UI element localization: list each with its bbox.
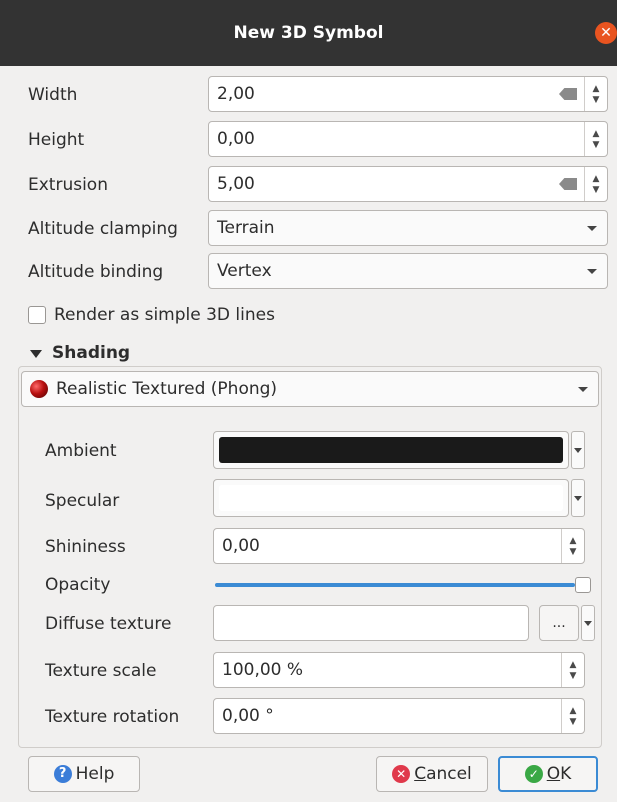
diffuse-texture-label: Diffuse texture (45, 614, 172, 634)
close-icon[interactable]: ✕ (595, 22, 617, 44)
altitude-clamping-select[interactable]: Terrain (208, 210, 608, 246)
ambient-dropdown[interactable] (571, 431, 585, 469)
browse-button[interactable]: ... (539, 605, 579, 641)
height-label: Height (28, 130, 85, 150)
check-icon: ✓ (524, 765, 543, 783)
collapse-arrow-icon[interactable] (30, 350, 42, 358)
shininess-stepper[interactable]: ▲ ▼ (561, 529, 584, 563)
specular-dropdown[interactable] (571, 479, 585, 517)
ok-label: OK (547, 764, 572, 784)
height-value: 0,00 (217, 129, 255, 149)
help-icon: ? (53, 765, 72, 783)
shininess-value: 0,00 (222, 536, 260, 556)
extrusion-field[interactable]: 5,00 ▲ ▼ (208, 166, 608, 202)
width-stepper[interactable]: ▲ ▼ (584, 77, 607, 111)
cancel-label-rest: ancel (426, 764, 472, 784)
ok-label-rest: K (560, 764, 572, 784)
ok-button[interactable]: ✓ OK (498, 756, 598, 792)
render-simple-lines-checkbox[interactable] (28, 306, 46, 324)
help-label: Help (75, 764, 115, 784)
altitude-clamping-label: Altitude clamping (28, 219, 178, 239)
chevron-down-icon (578, 387, 588, 392)
texture-scale-label: Texture scale (45, 661, 157, 681)
opacity-slider[interactable] (215, 583, 575, 587)
extrusion-label: Extrusion (28, 175, 108, 195)
shading-group: Realistic Textured (Phong) Ambient Specu… (18, 366, 602, 748)
altitude-binding-label: Altitude binding (28, 262, 164, 282)
chevron-down-icon (587, 226, 597, 231)
texture-rotation-value: 0,00 ° (222, 706, 274, 726)
dialog-body: Width 2,00 ▲ ▼ Height 0,00 ▲ ▼ Extrusion 5… (10, 66, 608, 802)
height-field[interactable]: 0,00 ▲ ▼ (208, 121, 608, 157)
width-label: Width (28, 85, 78, 105)
specular-color-swatch (219, 485, 563, 511)
altitude-clamping-value: Terrain (217, 218, 275, 238)
clear-icon[interactable] (559, 178, 577, 190)
width-field[interactable]: 2,00 ▲ ▼ (208, 76, 608, 112)
material-ball-icon (30, 380, 48, 398)
opacity-slider-handle[interactable] (575, 577, 591, 593)
diffuse-texture-field[interactable] (213, 605, 529, 641)
browse-dropdown[interactable] (581, 605, 595, 641)
shading-title[interactable]: Shading (52, 343, 130, 363)
render-simple-lines-label: Render as simple 3D lines (54, 305, 275, 325)
specular-label: Specular (45, 491, 120, 511)
extrusion-stepper[interactable]: ▲ ▼ (584, 167, 607, 201)
ambient-label: Ambient (45, 441, 117, 461)
texture-rotation-stepper[interactable]: ▲ ▼ (561, 699, 584, 733)
texture-scale-stepper[interactable]: ▲ ▼ (561, 653, 584, 687)
shading-technique-select[interactable]: Realistic Textured (Phong) (21, 371, 599, 407)
altitude-binding-select[interactable]: Vertex (208, 253, 608, 289)
texture-rotation-field[interactable]: 0,00 ° ▲ ▼ (213, 698, 585, 734)
cancel-button[interactable]: ✕ Cancel (376, 756, 488, 792)
ambient-color-swatch (219, 437, 563, 463)
window-title: New 3D Symbol (233, 23, 384, 43)
ambient-color-button[interactable] (213, 431, 569, 469)
cancel-label: Cancel (414, 764, 472, 784)
texture-scale-field[interactable]: 100,00 % ▲ ▼ (213, 652, 585, 688)
specular-color-button[interactable] (213, 479, 569, 517)
shininess-label: Shininess (45, 537, 126, 557)
height-stepper[interactable]: ▲ ▼ (584, 122, 607, 156)
cancel-icon: ✕ (392, 765, 411, 783)
texture-rotation-label: Texture rotation (45, 707, 180, 727)
title-bar: New 3D Symbol ✕ (0, 0, 617, 66)
cancel-mnemonic: C (414, 764, 427, 784)
opacity-label: Opacity (45, 575, 111, 595)
shading-technique-value: Realistic Textured (Phong) (56, 379, 278, 399)
browse-label: ... (552, 615, 566, 631)
extrusion-value: 5,00 (217, 174, 255, 194)
chevron-down-icon (587, 269, 597, 274)
clear-icon[interactable] (559, 88, 577, 100)
texture-scale-value: 100,00 % (222, 660, 304, 680)
help-button[interactable]: ? Help (28, 756, 140, 792)
width-value: 2,00 (217, 84, 255, 104)
shininess-field[interactable]: 0,00 ▲ ▼ (213, 528, 585, 564)
ok-mnemonic: O (546, 764, 561, 784)
altitude-binding-value: Vertex (217, 261, 272, 281)
